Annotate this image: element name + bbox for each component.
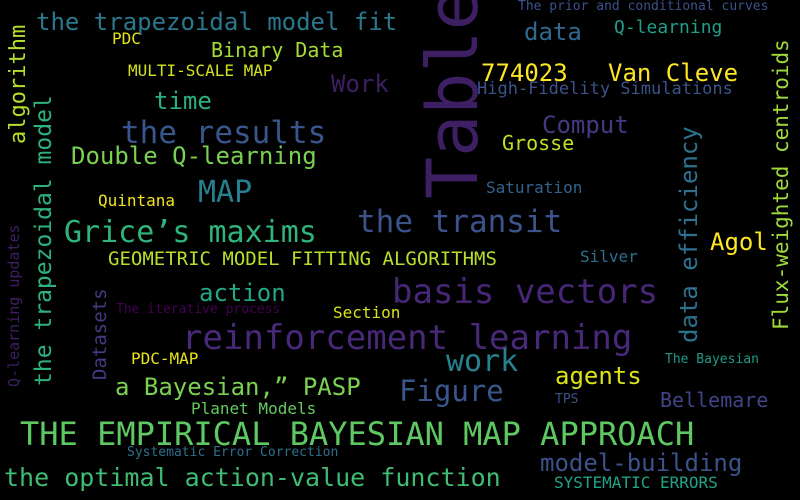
word-iterative-process: The iterative process (116, 302, 281, 317)
word-pdc: PDC (112, 29, 141, 48)
word-data: data (524, 18, 582, 46)
word-systematic-errors: SYSTEMATIC ERRORS (554, 473, 718, 492)
word-binary-data: Binary Data (211, 38, 344, 62)
word-optimal-action-value-function: the optimal action-value function (4, 463, 501, 492)
word-datasets: Datasets (89, 288, 111, 380)
word-cloud: Table THE EMPIRICAL BAYESIAN MAP APPROAC… (0, 0, 800, 500)
word-trapezoidal-model: the trapezoidal model (31, 95, 57, 386)
word-high-fidelity-simulations: High-Fidelity Simulations (477, 79, 733, 99)
word-geometric-model-fitting-algorithms: GEOMETRIC MODEL FITTING ALGORITHMS (108, 248, 497, 270)
word-figure: Figure (399, 374, 504, 408)
word-time: time (154, 87, 212, 115)
word-section: Section (333, 303, 401, 322)
word-silver: Silver (580, 247, 638, 266)
word-table: Table (412, 0, 494, 199)
word-work: work (446, 344, 519, 379)
word-the-transit: the transit (357, 204, 563, 240)
word-flux-weighted-centroids: Flux-weighted centroids (769, 39, 793, 330)
word-q-learning-updates: Q-learning updates (5, 224, 23, 387)
word-a-bayesian-pasp: a Bayesian,” PASP (115, 373, 361, 401)
word-algorithm: algorithm (6, 24, 31, 144)
word-tps: TPS (555, 392, 579, 407)
word-work-cap: Work (331, 70, 389, 98)
word-agents: agents (555, 362, 642, 390)
word-prior-and-conditional-curves: The prior and conditional curves (518, 0, 769, 14)
word-agol: Agol (710, 228, 768, 256)
word-bellemare: Bellemare (660, 388, 769, 412)
word-trapezoidal-model-fit: the trapezoidal model fit (36, 8, 398, 36)
word-double-q-learning: Double Q-learning (71, 142, 317, 170)
word-quintana: Quintana (98, 191, 176, 210)
word-saturation: Saturation (486, 178, 583, 197)
word-q-learning: Q-learning (614, 17, 723, 38)
word-grosse: Grosse (502, 131, 575, 155)
word-data-efficiency: data efficiency (675, 126, 703, 343)
word-pdc-map: PDC-MAP (131, 349, 199, 368)
word-the-bayesian: The Bayesian (665, 352, 759, 367)
word-systematic-error-correction: Systematic Error Correction (127, 445, 339, 460)
word-empirical-bayesian-map-approach: THE EMPIRICAL BAYESIAN MAP APPROACH (20, 415, 695, 453)
word-reinforcement-learning: reinforcement learning (182, 318, 633, 358)
word-multi-scale-map: MULTI-SCALE MAP (128, 61, 273, 80)
word-basis-vectors: basis vectors (392, 272, 659, 312)
word-model-building: model-building (540, 449, 743, 477)
word-grices-maxims: Grice’s maxims (64, 215, 317, 250)
word-map: MAP (198, 175, 253, 210)
word-planet-models: Planet Models (191, 399, 317, 418)
